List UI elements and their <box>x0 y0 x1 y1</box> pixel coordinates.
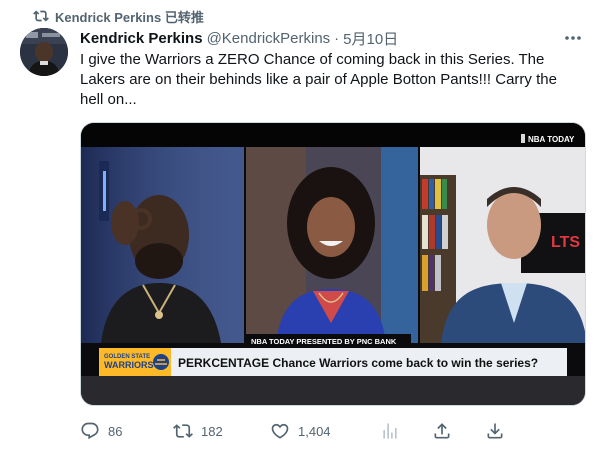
more-options-button[interactable] <box>563 30 583 46</box>
headline-text: PERKCENTAGE Chance Warriors come back to… <box>178 356 538 370</box>
avatar-image <box>20 28 68 76</box>
retweet-context[interactable]: Kendrick Perkins 已转推 <box>33 7 204 25</box>
download-icon <box>487 423 503 439</box>
analytics-icon <box>383 423 397 439</box>
center-panel <box>246 147 418 343</box>
reply-button[interactable]: 86 <box>80 419 122 443</box>
network-logo: NBA TODAY <box>521 134 575 144</box>
share-button[interactable] <box>432 419 452 443</box>
left-panel <box>81 147 244 343</box>
retweet-action-icon <box>173 424 193 438</box>
heart-icon <box>271 423 289 439</box>
author-handle[interactable]: @KendrickPerkins <box>207 30 331 47</box>
retweet-icon <box>33 10 49 22</box>
share-icon <box>434 423 450 439</box>
tweet-header: Kendrick Perkins @KendrickPerkins · 5月10… <box>80 28 581 48</box>
download-button[interactable] <box>485 419 505 443</box>
reply-icon <box>81 422 99 440</box>
tweet-actions: 86 182 1,404 <box>80 419 586 443</box>
tweet-date[interactable]: 5月10日 <box>343 28 398 49</box>
presented-by-label: NBA TODAY PRESENTED BY PNC BANK <box>251 337 397 346</box>
video-thumbnail: LTS NBA TODAY NBA TODAY PRESENTED BY PNC… <box>81 123 585 405</box>
retweet-label: Kendrick Perkins 已转推 <box>55 9 204 25</box>
right-panel: LTS <box>420 147 585 343</box>
tweet-media[interactable]: LTS NBA TODAY NBA TODAY PRESENTED BY PNC… <box>80 122 586 406</box>
reply-count: 86 <box>108 423 123 439</box>
more-dots-icon <box>565 36 581 40</box>
tweet-text: I give the Warriors a ZERO Chance of com… <box>80 51 557 108</box>
avatar[interactable] <box>20 28 68 76</box>
background-sign: LTS <box>551 234 580 251</box>
views-button[interactable] <box>380 419 400 443</box>
network-logo-text: NBA TODAY <box>528 135 575 144</box>
retweet-button[interactable]: 182 <box>173 419 223 443</box>
retweet-count: 182 <box>201 423 223 439</box>
like-button[interactable]: 1,404 <box>270 419 331 443</box>
author-name[interactable]: Kendrick Perkins <box>80 30 203 47</box>
team-label-line2: WARRIORS <box>104 360 154 370</box>
separator-dot: · <box>334 29 340 47</box>
like-count: 1,404 <box>298 423 331 439</box>
